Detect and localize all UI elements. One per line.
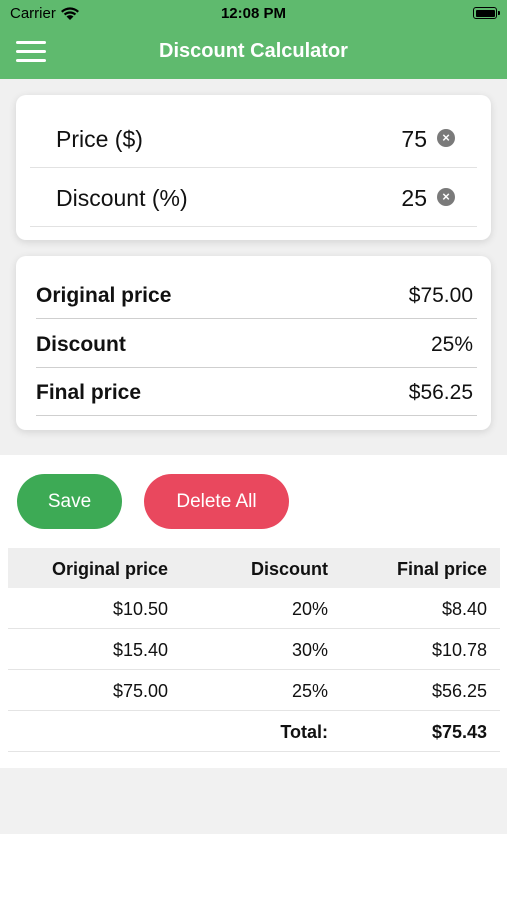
table-row: $15.40 30% $10.78 bbox=[8, 629, 500, 670]
cell-original: $15.40 bbox=[112, 640, 168, 660]
status-time: 12:08 PM bbox=[220, 5, 287, 22]
discount-input-row[interactable]: Discount (%) 25 × bbox=[30, 168, 477, 227]
status-bar: Carrier 12:08 PM bbox=[0, 0, 507, 30]
cell-final: $10.78 bbox=[431, 640, 487, 660]
discount-result-value: 25% bbox=[430, 333, 473, 356]
page-title: Discount Calculator bbox=[159, 40, 348, 62]
clear-discount-icon[interactable]: × bbox=[437, 188, 455, 206]
clear-price-icon[interactable]: × bbox=[437, 129, 455, 147]
app-header: Carrier 12:08 PM Discount Calculator bbox=[0, 0, 507, 79]
cell-discount: 30% bbox=[291, 640, 328, 660]
footer-area bbox=[0, 768, 507, 834]
price-label: Price ($) bbox=[56, 126, 143, 152]
discount-result-label: Discount bbox=[36, 333, 126, 356]
final-price-value: $56.25 bbox=[408, 381, 473, 404]
price-input[interactable]: 75 bbox=[401, 126, 427, 153]
total-value: $75.43 bbox=[431, 722, 487, 742]
discount-input[interactable]: 25 bbox=[401, 185, 427, 212]
discount-label: Discount (%) bbox=[56, 185, 188, 211]
table-row: $10.50 20% $8.40 bbox=[8, 588, 500, 629]
price-input-row[interactable]: Price ($) 75 × bbox=[30, 109, 477, 168]
total-label: Total: bbox=[280, 722, 328, 742]
cell-discount: 25% bbox=[291, 681, 328, 701]
column-header-original: Original price bbox=[51, 559, 168, 579]
input-card: Price ($) 75 × Discount (%) 25 × bbox=[16, 95, 491, 240]
save-button[interactable]: Save bbox=[17, 474, 122, 529]
cell-original: $75.00 bbox=[112, 681, 168, 701]
delete-all-button[interactable]: Delete All bbox=[144, 474, 289, 529]
result-card: Original price $75.00 Discount 25% Final… bbox=[16, 256, 491, 430]
original-price-row: Original price $75.00 bbox=[36, 270, 477, 319]
history-table: Original price Discount Final price $10.… bbox=[8, 548, 500, 752]
cell-discount: 20% bbox=[291, 599, 328, 619]
final-price-row: Final price $56.25 bbox=[36, 367, 477, 416]
final-price-label: Final price bbox=[36, 381, 142, 404]
discount-row: Discount 25% bbox=[36, 319, 477, 368]
battery-icon bbox=[473, 7, 500, 19]
cell-final: $8.40 bbox=[441, 599, 487, 619]
original-price-value: $75.00 bbox=[408, 284, 473, 307]
column-header-final: Final price bbox=[396, 559, 487, 579]
cell-final: $56.25 bbox=[431, 681, 487, 701]
table-header: Original price Discount Final price bbox=[8, 548, 500, 588]
table-total-row: Total: $75.43 bbox=[8, 711, 500, 752]
table-row: $75.00 25% $56.25 bbox=[8, 670, 500, 711]
column-header-discount: Discount bbox=[250, 559, 328, 579]
original-price-label: Original price bbox=[36, 284, 172, 307]
cell-original: $10.50 bbox=[112, 599, 168, 619]
